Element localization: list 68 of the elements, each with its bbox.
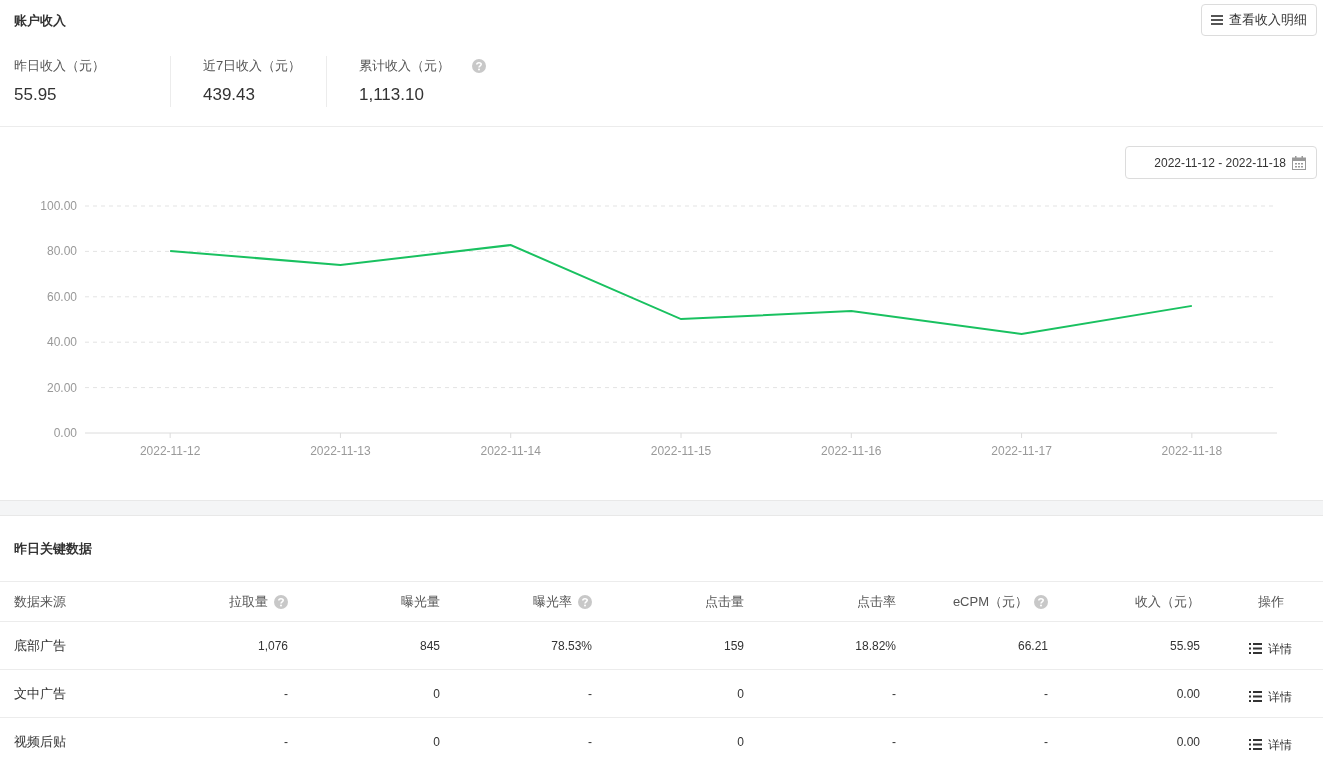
table-cell: 66.21 — [1017, 638, 1048, 653]
list-icon — [1249, 643, 1262, 654]
detail-link[interactable]: 详情 — [1249, 735, 1292, 754]
table-cell: 文中广告 — [14, 685, 66, 701]
column-header: 拉取量 — [229, 592, 268, 611]
axis-label: 80.00 — [46, 244, 77, 259]
stat-label: 近7日收入（元） — [203, 57, 302, 75]
section-title: 昨日关键数据 — [14, 539, 92, 558]
table-cell: - — [588, 734, 592, 749]
help-icon[interactable] — [578, 594, 592, 609]
axis-label: 2022-11-17 — [991, 444, 1052, 458]
help-icon[interactable] — [274, 594, 288, 609]
table-cell: - — [892, 734, 896, 749]
axis-label: 2022-11-16 — [821, 444, 882, 458]
axis-label: 2022-11-12 — [139, 444, 201, 458]
axis-label: 2022-11-18 — [1161, 444, 1223, 458]
list-icon — [1249, 691, 1262, 702]
help-icon[interactable] — [472, 58, 486, 73]
column-header: 操作 — [1257, 592, 1284, 611]
column-header: eCPM（元） — [952, 592, 1028, 611]
axis-label: 0.00 — [53, 426, 77, 440]
table-cell: 0 — [737, 734, 744, 749]
axis-label: 2022-11-14 — [480, 444, 541, 458]
income-detail-button[interactable]: 查看收入明细 — [1201, 4, 1317, 36]
stat-label: 昨日收入（元） — [14, 57, 105, 75]
table-cell: - — [284, 686, 288, 701]
table-cell: 18.82% — [855, 638, 896, 653]
date-range-picker[interactable]: 2022-11-12 - 2022-11-18 — [1125, 146, 1317, 179]
table-cell: 0.00 — [1176, 734, 1200, 749]
table-cell: - — [284, 734, 288, 749]
calendar-icon — [1292, 155, 1306, 170]
table-cell: - — [588, 686, 592, 701]
column-header: 收入（元） — [1135, 592, 1200, 611]
list-icon — [1249, 739, 1262, 750]
column-header: 曝光率 — [533, 592, 572, 611]
axis-label: 20.00 — [46, 380, 77, 395]
table-cell: 1,076 — [257, 638, 288, 653]
axis-label: 40.00 — [46, 335, 77, 350]
table-cell: 底部广告 — [14, 637, 66, 653]
table-cell: 78.53% — [551, 638, 592, 653]
detail-link[interactable]: 详情 — [1249, 687, 1292, 706]
axis-label: 60.00 — [46, 289, 77, 304]
table-cell: - — [1044, 734, 1048, 749]
table-cell: 视频后贴 — [14, 733, 66, 749]
table-cell: 0 — [433, 734, 440, 749]
help-icon[interactable] — [1034, 594, 1048, 609]
table-cell: 0 — [737, 686, 744, 701]
column-header: 数据来源 — [14, 592, 66, 611]
stat-value: 1,113.10 — [359, 83, 425, 106]
axis-label: 2022-11-15 — [650, 444, 712, 458]
stat-value: 55.95 — [14, 83, 58, 106]
axis-label: 100.00 — [40, 199, 77, 213]
column-header: 点击率 — [857, 592, 896, 611]
stat-label: 累计收入（元） — [359, 57, 450, 75]
table-cell: - — [892, 686, 896, 701]
detail-link[interactable]: 详情 — [1249, 639, 1292, 658]
section-title: 账户收入 — [14, 12, 66, 30]
table-cell: 0 — [433, 686, 440, 701]
table-cell: 0.00 — [1176, 686, 1200, 701]
table-cell: 159 — [723, 638, 744, 653]
column-header: 曝光量 — [401, 592, 440, 611]
axis-label: 2022-11-13 — [310, 444, 371, 458]
table-cell: - — [1044, 686, 1048, 701]
table-cell: 845 — [419, 638, 440, 653]
stat-value: 439.43 — [203, 83, 256, 106]
table-cell: 55.95 — [1169, 638, 1200, 653]
menu-icon — [1211, 15, 1223, 25]
column-header: 点击量 — [705, 592, 744, 611]
